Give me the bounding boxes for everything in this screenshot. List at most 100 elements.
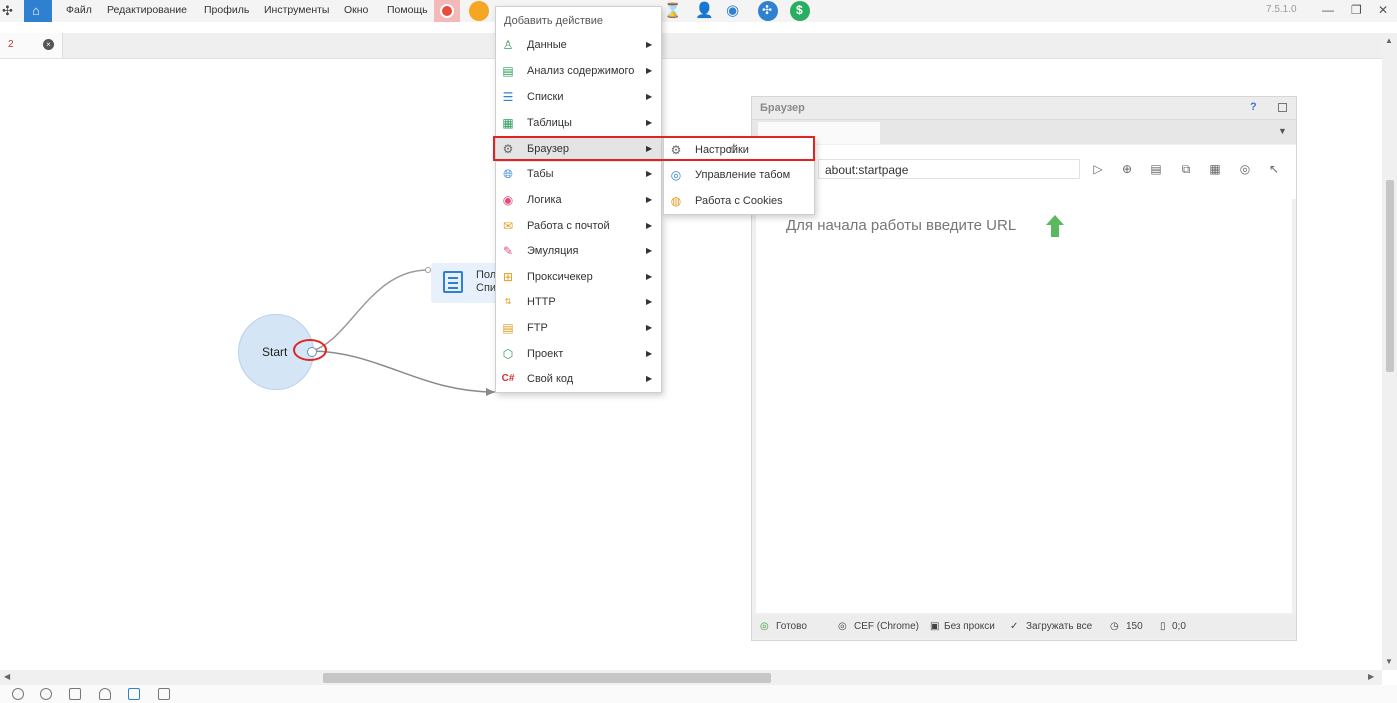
menu-item-mail[interactable]: ✉ Работа с почтой ▶ [496,214,661,239]
table-icon: ▦ [502,116,514,130]
menu-item-label: Работа с почтой [527,220,610,232]
submenu-arrow-icon: ▶ [646,246,653,255]
engine-icon: ◎ [838,621,847,632]
http-icon: ⇅ [504,297,512,306]
menu-item-emulation[interactable]: ✎ Эмуляция ▶ [496,239,661,264]
list-node-label: Пол Спи [476,269,497,294]
scroll-down-icon[interactable]: ▼ [1385,657,1393,666]
add-action-menu: Добавить действие ♙ Данные ▶ ▤ Анализ со… [495,6,662,393]
submenu-arrow-icon: ▶ [646,349,653,358]
status-ready: Готово [776,621,807,632]
mouse-cursor-icon: ☝ [728,141,736,156]
status-proxy[interactable]: Без прокси [944,621,995,632]
horizontal-scroll-thumb[interactable] [323,673,771,683]
menu-item-label: Анализ содержимого [527,65,635,77]
add-box-icon[interactable] [158,688,170,700]
add-action-header: Добавить действие [504,15,603,27]
submenu-arrow-icon: ▶ [646,92,653,101]
submenu-arrow-icon: ▶ [646,195,653,204]
browser-content[interactable]: Для начала работы введите URL [756,199,1292,613]
submenu-arrow-icon: ▶ [646,297,653,306]
submenu-arrow-icon: ▶ [646,374,653,383]
grid-icon[interactable] [69,688,81,700]
pointer-icon[interactable]: ↖ [1266,161,1282,177]
menu-item-label: Табы [527,168,554,180]
menu-item-tabs[interactable]: 🌐︎ Табы ▶ [496,162,661,187]
tab-menu-chevron-icon[interactable]: ▼ [1278,126,1287,136]
browser-address-bar: about:startpage ▷ ⊕ ▤ ⧉ ▦ ◎ ↖ [752,145,1296,199]
list-view-icon[interactable] [128,688,140,700]
menu-item-label: Логика [527,194,562,206]
mouse-icon: ▯ [1160,621,1166,632]
menu-item-label: Проект [527,348,564,360]
menu-item-ftp[interactable]: ▤ FTP ▶ [496,316,661,341]
menu-item-label: Свой код [527,373,574,385]
menu-item-custom-code[interactable]: C# Свой код ▶ [496,367,661,392]
list-icon [443,271,463,293]
menu-item-http[interactable]: ⇅ HTTP ▶ [496,290,661,315]
connection-endpoint [425,267,431,273]
browser-status-bar: ◎ Готово ◎ CEF (Chrome) ▣ Без прокси ✓ З… [752,615,1296,639]
submenu-arrow-icon: ▶ [646,66,653,75]
person-icon: ♙ [502,38,514,52]
menu-item-lists[interactable]: ☰ Списки ▶ [496,85,661,110]
help-button[interactable]: ? [1250,101,1257,113]
mail-icon: ✉ [502,219,514,233]
clock-icon: ◷ [1110,621,1119,632]
settings-icon[interactable] [12,688,24,700]
scroll-right-icon[interactable]: ▶ [1368,672,1374,681]
submenu-item-tab-management[interactable]: ◎ Управление табом [664,163,814,188]
load-icon: ✓ [1010,621,1019,632]
settings-page-icon[interactable]: ▦ [1207,161,1223,177]
logic-icon: ◉ [502,193,514,207]
ftp-icon: ▤ [502,321,514,335]
proxy-icon: ▣ [930,621,940,632]
status-timer: 150 [1126,621,1143,632]
browser-panel: Браузер ? ▼ about:startpage ▷ ⊕ ▤ ⧉ ▦ ◎ … [751,96,1297,641]
submenu-item-label: Работа с Cookies [695,195,783,207]
browser-panel-title: Браузер [760,102,805,114]
cookie-icon: ◍ [670,194,682,208]
menu-item-label: FTP [527,322,548,334]
menu-item-logic[interactable]: ◉ Логика ▶ [496,188,661,213]
globe-settings-icon[interactable]: ◎ [1237,161,1253,177]
browser-settings-highlight [493,136,815,161]
scroll-up-icon[interactable]: ▲ [1385,36,1393,45]
submenu-arrow-icon: ▶ [646,169,653,178]
copy-icon[interactable]: ⧉ [1178,161,1194,177]
submenu-item-cookies[interactable]: ◍ Работа с Cookies [664,189,814,214]
menu-item-label: Таблицы [527,117,572,129]
emulation-icon: ✎ [502,244,514,258]
menu-item-proxychecker[interactable]: ⊞ Проксичекер ▶ [496,265,661,290]
menu-item-label: HTTP [527,296,556,308]
status-engine[interactable]: CEF (Chrome) [854,621,919,632]
page-icon[interactable]: ▤ [1148,161,1164,177]
submenu-item-label: Управление табом [695,169,791,181]
browser-tab-bar: ▼ [752,120,1296,144]
submenu-arrow-icon: ▶ [646,272,653,281]
list-icon: ☰ [502,90,514,104]
status-coords: 0;0 [1172,621,1186,632]
scroll-left-icon[interactable]: ◀ [4,672,10,681]
url-input[interactable]: about:startpage [818,159,1080,179]
status-load[interactable]: Загружать все [1026,621,1092,632]
menu-item-tables[interactable]: ▦ Таблицы ▶ [496,111,661,136]
start-output-port[interactable] [307,347,317,357]
menu-item-project[interactable]: ⬡ Проект ▶ [496,342,661,367]
menu-item-content-analysis[interactable]: ▤ Анализ содержимого ▶ [496,59,661,84]
cube-icon: ⬡ [502,347,514,361]
proxy-icon: ⊞ [502,270,514,284]
connection-to-list [311,269,429,352]
menu-item-label: Списки [527,91,564,103]
vertical-scroll-thumb[interactable] [1386,180,1394,372]
maximize-icon[interactable] [1278,103,1287,112]
target-icon[interactable] [40,688,52,700]
menu-item-data[interactable]: ♙ Данные ▶ [496,33,661,58]
tab-icon: ◎ [670,168,682,182]
add-icon[interactable]: ⊕ [1119,161,1135,177]
bottom-toolbar [0,685,1397,703]
ready-icon: ◎ [760,621,769,632]
lock-icon[interactable] [99,688,111,700]
go-icon[interactable]: ▷ [1090,161,1106,177]
menu-item-label: Проксичекер [527,271,593,283]
